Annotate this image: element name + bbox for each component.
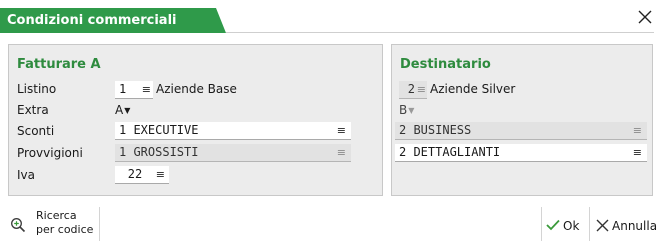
checkmark-icon: [546, 219, 560, 231]
title-bar: Condizioni commerciali: [0, 0, 660, 33]
lines-icon: ≡: [336, 146, 346, 159]
dest-extra-select[interactable]: B▼: [399, 101, 414, 119]
provvigioni-value: 1 GROSSISTI: [119, 145, 199, 159]
search-label-line1: Ricerca: [36, 209, 77, 222]
listino-field[interactable]: 1 ≡: [115, 81, 153, 99]
sconti-value: 1 EXECUTIVE: [119, 123, 199, 137]
dest-listino-value: 2: [407, 82, 415, 96]
iva-field[interactable]: 22 ≡: [115, 166, 169, 184]
search-label-line2: per codice: [36, 223, 94, 236]
fatturare-a-title: Fatturare A: [17, 57, 101, 72]
close-button[interactable]: [638, 10, 652, 24]
sconti-field[interactable]: 1 EXECUTIVE ≡: [115, 122, 351, 140]
dest-listino-field[interactable]: 2 ≡: [399, 81, 427, 99]
window-title: Condizioni commerciali: [0, 8, 226, 33]
title-divider: [226, 32, 654, 33]
extra-value: A: [115, 103, 124, 117]
caret-down-icon: ▼: [408, 106, 415, 115]
iva-label: Iva: [17, 168, 35, 182]
extra-label: Extra: [17, 103, 49, 117]
bottom-toolbar: Ricerca per codice Ok Annulla: [0, 205, 660, 241]
toolbar-separator: [99, 207, 100, 241]
extra-select[interactable]: A▼: [115, 101, 130, 119]
destinatario-panel: Destinatario 2 ≡ Aziende Silver B▼ 2 BUS…: [391, 44, 653, 196]
lines-icon: ≡: [336, 124, 346, 137]
toolbar-separator: [589, 207, 590, 241]
ok-label: Ok: [563, 219, 580, 233]
search-by-code-label: Ricerca per codice: [36, 209, 93, 237]
dest-provvigioni-value: 2 DETTAGLIANTI: [399, 145, 501, 159]
sconti-label: Sconti: [17, 124, 55, 138]
fatturare-a-panel: Fatturare A Listino 1 ≡ Aziende Base Ext…: [8, 44, 383, 196]
magnifier-plus-icon: [11, 218, 26, 233]
lines-icon: ≡: [416, 83, 426, 96]
dest-extra-value: B: [399, 103, 408, 117]
provvigioni-label: Provvigioni: [17, 146, 83, 160]
dest-sconti-field[interactable]: 2 BUSINESS ≡: [395, 122, 647, 140]
cross-icon: [596, 219, 609, 232]
lines-icon: ≡: [141, 83, 151, 96]
lines-icon: ≡: [632, 124, 642, 137]
listino-description: Aziende Base: [156, 82, 237, 96]
toolbar-separator: [541, 207, 542, 241]
listino-value: 1: [119, 82, 127, 96]
dest-provvigioni-field[interactable]: 2 DETTAGLIANTI ≡: [395, 144, 647, 162]
lines-icon: ≡: [155, 168, 165, 181]
dest-sconti-value: 2 BUSINESS: [399, 123, 472, 137]
provvigioni-field[interactable]: 1 GROSSISTI ≡: [115, 144, 351, 162]
destinatario-title: Destinatario: [400, 57, 491, 72]
lines-icon: ≡: [632, 146, 642, 159]
close-icon: [638, 10, 652, 24]
listino-label: Listino: [17, 82, 57, 96]
dest-listino-description: Aziende Silver: [430, 82, 516, 96]
caret-down-icon: ▼: [124, 106, 131, 115]
search-by-code-button[interactable]: Ricerca per codice: [10, 209, 100, 241]
cancel-label: Annulla: [612, 219, 658, 233]
iva-value: 22: [127, 167, 143, 181]
